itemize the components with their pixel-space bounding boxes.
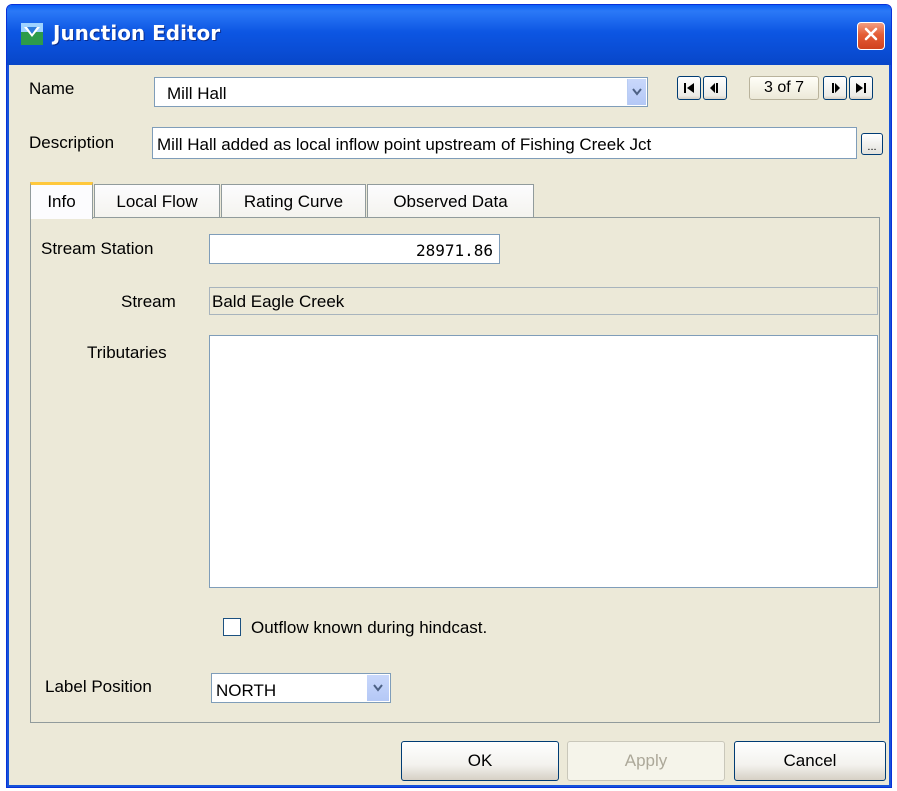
stream-station-value: 28971.86 — [415, 241, 493, 260]
last-record-icon — [856, 83, 866, 93]
stream-field: Bald Eagle Creek — [209, 287, 878, 315]
select-dropdown-button[interactable] — [367, 675, 389, 701]
stream-value: Bald Eagle Creek — [212, 292, 345, 311]
next-record-button[interactable] — [823, 76, 847, 100]
stream-label: Stream — [121, 292, 176, 311]
outflow-known-checkbox[interactable] — [223, 618, 241, 636]
tab-label: Rating Curve — [243, 191, 344, 211]
close-button[interactable] — [857, 22, 885, 50]
description-field[interactable]: Mill Hall added as local inflow point up… — [152, 127, 857, 159]
junction-editor-dialog: Junction Editor Name Mill Hall 3 of 7 De… — [6, 4, 892, 788]
label-position-select[interactable]: NORTH — [211, 673, 391, 703]
previous-record-icon — [710, 83, 718, 93]
next-record-icon — [832, 83, 840, 93]
last-record-button[interactable] — [849, 76, 873, 100]
ellipsis-icon: ... — [867, 141, 877, 153]
chevron-down-icon — [373, 684, 383, 692]
first-record-icon — [684, 83, 694, 93]
name-combobox[interactable]: Mill Hall — [154, 77, 648, 107]
description-browse-button[interactable]: ... — [861, 133, 883, 155]
window-title: Junction Editor — [53, 21, 221, 45]
tributaries-list[interactable] — [209, 335, 878, 588]
tab-observed-data[interactable]: Observed Data — [367, 184, 534, 218]
tab-info[interactable]: Info — [30, 182, 93, 219]
tab-label: Observed Data — [393, 191, 508, 211]
name-label: Name — [29, 79, 75, 98]
close-icon — [863, 26, 879, 47]
info-panel: Stream Station 28971.86 Stream Bald Eagl… — [30, 217, 880, 723]
tab-local-flow[interactable]: Local Flow — [94, 184, 220, 218]
junction-app-icon — [21, 23, 43, 45]
apply-button[interactable]: Apply — [567, 741, 725, 781]
title-bar[interactable]: Junction Editor — [7, 5, 891, 65]
name-value: Mill Hall — [167, 84, 227, 103]
tab-label: Info — [47, 192, 76, 211]
description-value: Mill Hall added as local inflow point up… — [157, 135, 652, 154]
description-label: Description — [29, 133, 115, 152]
stream-station-field[interactable]: 28971.86 — [209, 234, 500, 264]
label-position-value: NORTH — [216, 681, 277, 700]
combo-dropdown-button[interactable] — [627, 79, 646, 105]
tab-rating-curve[interactable]: Rating Curve — [221, 184, 366, 218]
stream-station-label: Stream Station — [41, 239, 154, 258]
record-position: 3 of 7 — [749, 76, 819, 100]
ok-button[interactable]: OK — [401, 741, 559, 781]
previous-record-button[interactable] — [703, 76, 727, 100]
tributaries-label: Tributaries — [87, 343, 167, 362]
tab-label: Local Flow — [116, 191, 198, 211]
cancel-button[interactable]: Cancel — [734, 741, 886, 781]
label-position-label: Label Position — [45, 677, 152, 696]
first-record-button[interactable] — [677, 76, 701, 100]
chevron-down-icon — [632, 88, 642, 96]
outflow-known-label[interactable]: Outflow known during hindcast. — [251, 618, 487, 638]
